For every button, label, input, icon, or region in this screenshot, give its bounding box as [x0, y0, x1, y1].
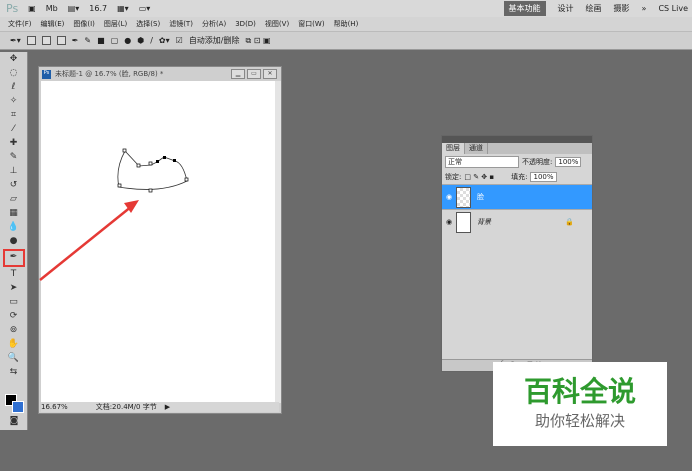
fill-input[interactable]: 100%	[530, 171, 557, 182]
panel-header[interactable]	[442, 136, 592, 143]
eye-icon[interactable]: ◉	[442, 193, 456, 201]
watermark: 百科全说 助你轻松解决	[493, 362, 667, 446]
watermark-subtitle: 助你轻松解决	[534, 412, 625, 430]
fill-label: 填充:	[511, 172, 528, 181]
layers-panel: 图层 通道 正常 不透明度: 100% 锁定: □ ✎ ✥ ▪ 填充: 100%…	[441, 135, 593, 372]
layer-row[interactable]: ◉ 脸	[442, 184, 592, 209]
blend-mode-select[interactable]: 正常	[445, 155, 519, 168]
tab-layers[interactable]: 图层	[442, 143, 465, 154]
lock-icons[interactable]: □ ✎ ✥ ▪	[464, 173, 494, 181]
layer-thumbnail	[456, 186, 471, 208]
layer-row[interactable]: ◉ 背景 🔒	[442, 209, 592, 234]
layer-name: 背景	[477, 218, 491, 226]
layer-thumbnail	[456, 211, 471, 233]
watermark-title: 百科全说	[523, 375, 636, 408]
lock-label: 锁定:	[445, 172, 462, 181]
eye-icon[interactable]: ◉	[442, 218, 456, 226]
lock-icon: 🔒	[565, 218, 574, 226]
opacity-input[interactable]: 100%	[555, 156, 582, 167]
tab-channels[interactable]: 通道	[465, 143, 488, 154]
opacity-label: 不透明度:	[522, 157, 553, 166]
layer-name: 脸	[477, 193, 484, 201]
